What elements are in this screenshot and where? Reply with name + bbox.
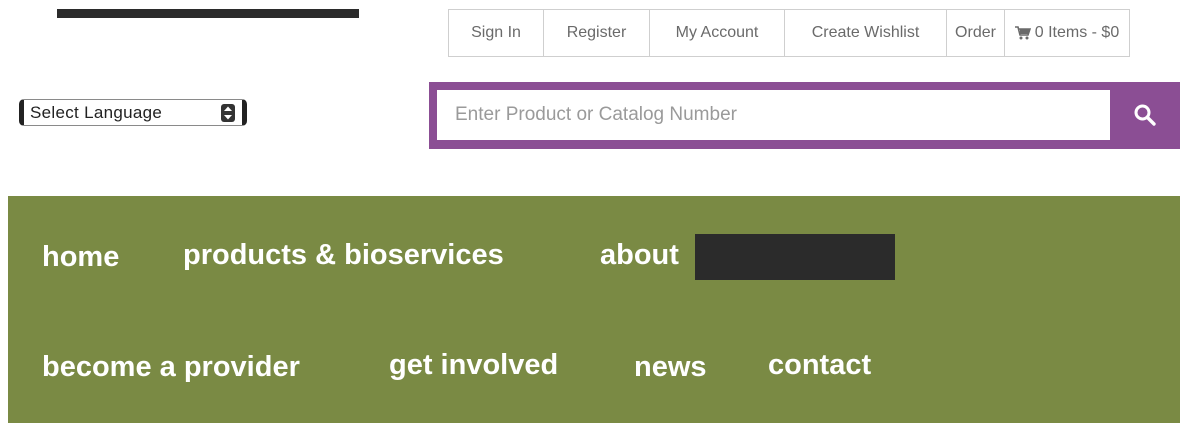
nav-become-provider[interactable]: become a provider <box>42 353 300 382</box>
order-link[interactable]: Order <box>947 10 1005 56</box>
cart-summary: 0 Items - $0 <box>1034 24 1120 41</box>
nav-products-bioservices[interactable]: products & bioservices <box>183 241 504 270</box>
redacted-logo <box>57 9 359 18</box>
search-bar <box>429 82 1180 149</box>
my-account-link[interactable]: My Account <box>650 10 785 56</box>
register-link[interactable]: Register <box>544 10 650 56</box>
language-select-value: Select Language <box>30 102 163 122</box>
nav-contact[interactable]: contact <box>768 351 871 380</box>
nav-news[interactable]: news <box>634 353 707 382</box>
redacted-block <box>695 234 895 280</box>
nav-get-involved[interactable]: get involved <box>389 351 558 380</box>
cart-icon <box>1014 26 1031 40</box>
search-input[interactable] <box>437 90 1110 140</box>
nav-home[interactable]: home <box>42 243 119 272</box>
search-icon <box>1134 104 1156 126</box>
main-navigation: home products & bioservices about become… <box>8 196 1180 423</box>
select-arrows-icon <box>221 103 235 122</box>
nav-about[interactable]: about <box>600 241 679 270</box>
cart-link[interactable]: 0 Items - $0 <box>1005 10 1129 56</box>
search-button[interactable] <box>1110 90 1180 140</box>
create-wishlist-link[interactable]: Create Wishlist <box>785 10 947 56</box>
language-select[interactable]: Select Language <box>19 99 247 126</box>
utility-links-bar: Sign In Register My Account Create Wishl… <box>448 9 1130 57</box>
sign-in-link[interactable]: Sign In <box>449 10 544 56</box>
